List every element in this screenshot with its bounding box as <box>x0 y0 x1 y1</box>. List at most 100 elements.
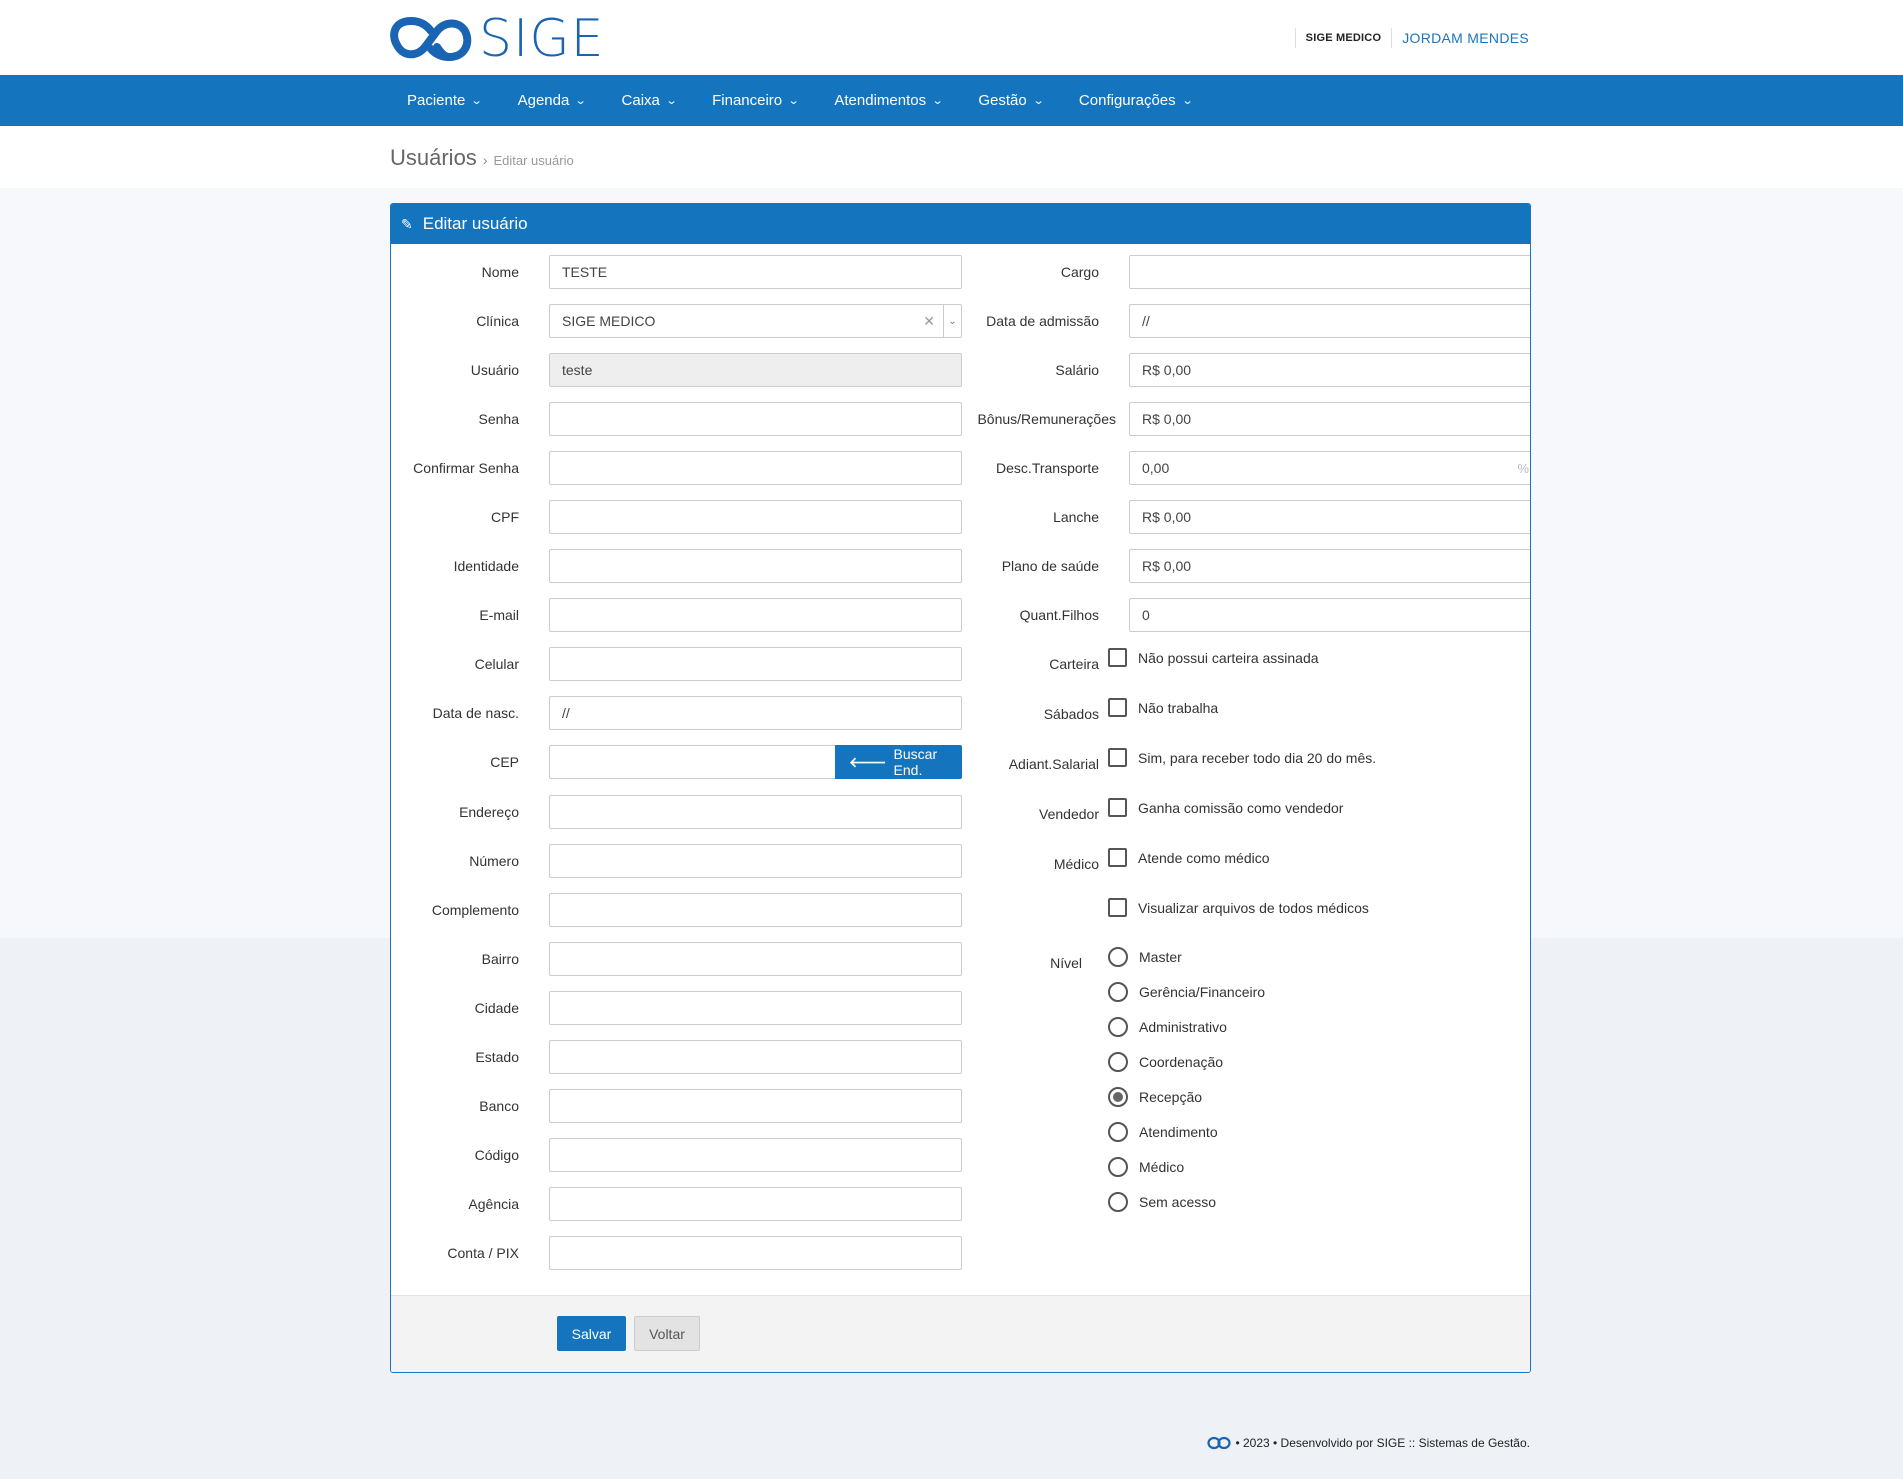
checkbox-box[interactable] <box>1108 798 1127 817</box>
checkbox-box[interactable] <box>1108 648 1127 667</box>
label-clinica: Clínica <box>476 313 519 329</box>
plano-saude-input[interactable]: R$ 0,00 <box>1129 549 1530 583</box>
nivel-option-sem-acesso[interactable]: Sem acesso <box>1108 1192 1216 1212</box>
field-confirmar-senha: Confirmar Senha <box>391 451 962 485</box>
field-agencia: Agência <box>391 1187 962 1221</box>
chevron-down-icon: ⌄ <box>1181 95 1194 107</box>
nav-paciente[interactable]: Paciente ⌄ <box>389 75 500 126</box>
senha-input[interactable] <box>549 402 962 436</box>
chevron-down-icon: ⌄ <box>931 95 944 107</box>
label-complemento: Complemento <box>431 902 519 918</box>
nivel-option-medico[interactable]: Médico <box>1108 1157 1184 1177</box>
checkbox-box[interactable] <box>1108 898 1127 917</box>
checkbox-box[interactable] <box>1108 848 1127 867</box>
bonus-input[interactable]: R$ 0,00 <box>1129 402 1530 436</box>
banco-input[interactable] <box>549 1089 962 1123</box>
complemento-input[interactable] <box>549 893 962 927</box>
nivel-option-atendimento[interactable]: Atendimento <box>1108 1122 1218 1142</box>
field-identidade: Identidade <box>391 549 962 583</box>
nivel-option-gerencia[interactable]: Gerência/Financeiro <box>1108 982 1265 1002</box>
field-codigo: Código <box>391 1138 962 1172</box>
codigo-input[interactable] <box>549 1138 962 1172</box>
nav-atendimentos[interactable]: Atendimentos ⌄ <box>816 75 960 126</box>
nav-caixa[interactable]: Caixa ⌄ <box>604 75 695 126</box>
field-lanche: Lanche R$ 0,00 <box>962 500 1530 534</box>
label-bairro: Bairro <box>481 951 519 967</box>
back-button[interactable]: Voltar <box>634 1316 700 1351</box>
visualizar-arquivos-checkbox[interactable]: Visualizar arquivos de todos médicos <box>1108 898 1369 917</box>
sige-logo[interactable]: SIGE <box>389 13 605 65</box>
nav-agenda[interactable]: Agenda ⌄ <box>500 75 604 126</box>
confirmar-senha-input[interactable] <box>549 451 962 485</box>
nome-input[interactable]: TESTE <box>549 255 962 289</box>
save-button[interactable]: Salvar <box>557 1316 626 1351</box>
data-admissao-input[interactable]: // <box>1129 304 1530 338</box>
conta-pix-input[interactable] <box>549 1236 962 1270</box>
cpf-input[interactable] <box>549 500 962 534</box>
edit-icon: ✎ <box>401 215 413 232</box>
radio-circle[interactable] <box>1108 1122 1128 1142</box>
cargo-input[interactable] <box>1129 255 1530 289</box>
agencia-input[interactable] <box>549 1187 962 1221</box>
radio-circle-selected[interactable] <box>1108 1087 1128 1107</box>
field-numero: Número <box>391 844 962 878</box>
label-estado: Estado <box>475 1049 519 1065</box>
radio-circle[interactable] <box>1108 1192 1128 1212</box>
identidade-input[interactable] <box>549 549 962 583</box>
buscar-label: Buscar End. <box>893 746 938 778</box>
cidade-input[interactable] <box>549 991 962 1025</box>
numero-input[interactable] <box>549 844 962 878</box>
user-menu[interactable]: JORDAM MENDES <box>1402 30 1529 46</box>
quant-filhos-input[interactable]: 0 <box>1129 598 1530 632</box>
nav-label: Paciente <box>407 92 466 109</box>
page-title[interactable]: Usuários <box>390 145 477 171</box>
chevron-down-icon[interactable]: ⌄ <box>943 305 961 337</box>
current-clinic[interactable]: SIGE MEDICO <box>1306 32 1382 44</box>
medico-checkbox[interactable]: Atende como médico <box>1108 848 1270 867</box>
carteira-checkbox[interactable]: Não possui carteira assinada <box>1108 648 1319 667</box>
email-input[interactable] <box>549 598 962 632</box>
radio-circle[interactable] <box>1108 1052 1128 1072</box>
field-salario: Salário R$ 0,00 <box>962 353 1530 387</box>
nivel-option-recepcao[interactable]: Recepção <box>1108 1087 1202 1107</box>
checkbox-box[interactable] <box>1108 748 1127 767</box>
field-bairro: Bairro <box>391 942 962 976</box>
radio-circle[interactable] <box>1108 1017 1128 1037</box>
visualizar-arquivos-text: Visualizar arquivos de todos médicos <box>1138 899 1369 916</box>
nav-configuracoes[interactable]: Configurações ⌄ <box>1061 75 1210 126</box>
nivel-option-master[interactable]: Master <box>1108 947 1182 967</box>
clinica-select[interactable]: SIGE MEDICO ✕ ⌄ <box>549 304 962 338</box>
clear-icon[interactable]: ✕ <box>923 313 935 330</box>
adiant-salarial-checkbox[interactable]: Sim, para receber todo dia 20 do mês. <box>1108 748 1376 767</box>
buscar-endereco-button[interactable]: 🡐 Buscar End. <box>835 745 962 779</box>
sabados-checkbox[interactable]: Não trabalha <box>1108 698 1218 717</box>
estado-input[interactable] <box>549 1040 962 1074</box>
nav-label: Financeiro <box>712 92 783 109</box>
sabados-text: Não trabalha <box>1138 699 1219 716</box>
field-cargo: Cargo <box>962 255 1530 289</box>
data-nasc-input[interactable]: // <box>549 696 962 730</box>
radio-circle[interactable] <box>1108 982 1128 1002</box>
radio-circle[interactable] <box>1108 1157 1128 1177</box>
celular-input[interactable] <box>549 647 962 681</box>
vendedor-checkbox[interactable]: Ganha comissão como vendedor <box>1108 798 1343 817</box>
label-carteira: Carteira <box>1049 656 1099 672</box>
salario-input[interactable]: R$ 0,00 <box>1129 353 1530 387</box>
nivel-option-label: Administrativo <box>1139 1019 1227 1035</box>
lanche-input[interactable]: R$ 0,00 <box>1129 500 1530 534</box>
nivel-option-coordenacao[interactable]: Coordenação <box>1108 1052 1223 1072</box>
endereco-input[interactable] <box>549 795 962 829</box>
bairro-input[interactable] <box>549 942 962 976</box>
nivel-option-administrativo[interactable]: Administrativo <box>1108 1017 1227 1037</box>
label-cep: CEP <box>490 754 519 770</box>
label-quant-filhos: Quant.Filhos <box>1019 607 1099 623</box>
field-banco: Banco <box>391 1089 962 1123</box>
cep-input[interactable] <box>549 745 835 779</box>
nav-financeiro[interactable]: Financeiro ⌄ <box>694 75 816 126</box>
label-usuario: Usuário <box>470 362 519 378</box>
nav-label: Atendimentos <box>834 92 927 109</box>
nav-gestao[interactable]: Gestão ⌄ <box>960 75 1061 126</box>
radio-circle[interactable] <box>1108 947 1128 967</box>
checkbox-box[interactable] <box>1108 698 1127 717</box>
desc-transporte-input[interactable]: 0,00 % <box>1129 451 1530 485</box>
